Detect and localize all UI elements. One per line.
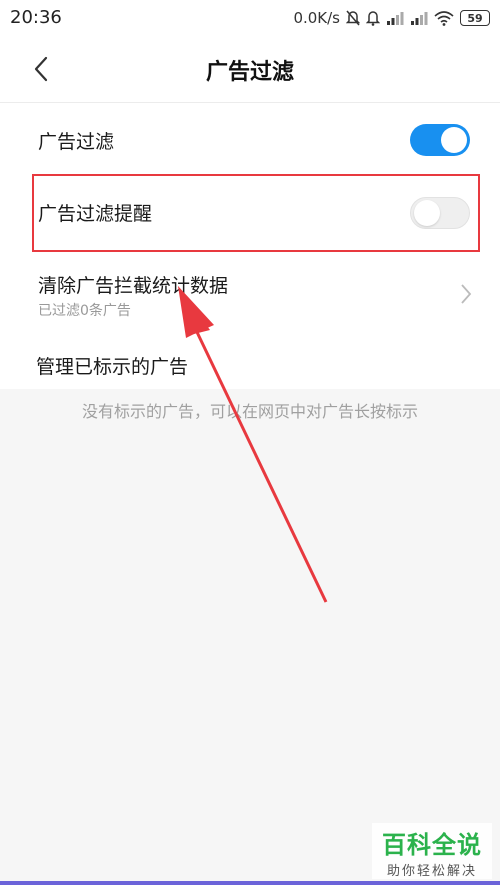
- signal-2-icon: [410, 11, 428, 25]
- mute-alarm-icon: [346, 10, 360, 26]
- marked-ads-header[interactable]: 管理已标示的广告: [0, 339, 500, 389]
- ad-filter-row[interactable]: 广告过滤: [0, 103, 500, 175]
- watermark-logo: 百科全说 助你轻松解决: [372, 823, 492, 879]
- notification-bell-icon: [366, 10, 380, 26]
- clear-stats-label: 清除广告拦截统计数据: [38, 275, 229, 297]
- empty-hint: 没有标示的广告，可以在网页中对广告长按标示: [81, 402, 418, 421]
- battery-icon: 59: [460, 10, 490, 26]
- status-icons: 0.0K/s 59: [293, 6, 490, 30]
- clear-stats-subtitle: 已过滤0条广告: [38, 303, 131, 319]
- ad-filter-toggle[interactable]: [410, 124, 470, 156]
- chevron-right-icon: [461, 284, 472, 304]
- status-bar: 20:36 0.0K/s 59: [0, 0, 500, 36]
- network-speed: 0.0K/s: [293, 9, 340, 27]
- wifi-icon: [434, 10, 454, 26]
- page-title: 广告过滤: [205, 60, 294, 85]
- marked-ads-title: 管理已标示的广告: [36, 356, 189, 378]
- toggle-knob: [441, 127, 467, 153]
- clear-stats-row[interactable]: 清除广告拦截统计数据 已过滤0条广告: [0, 253, 500, 339]
- ad-filter-label: 广告过滤: [38, 131, 115, 153]
- watermark-main: 百科全说: [382, 831, 482, 859]
- status-time: 20:36: [10, 7, 62, 28]
- signal-icon: [386, 11, 404, 25]
- bottom-bar: [0, 881, 500, 885]
- title-bar: 广告过滤: [0, 36, 500, 103]
- highlight-annotation: [32, 174, 480, 252]
- watermark-sub: 助你轻松解决: [386, 864, 477, 879]
